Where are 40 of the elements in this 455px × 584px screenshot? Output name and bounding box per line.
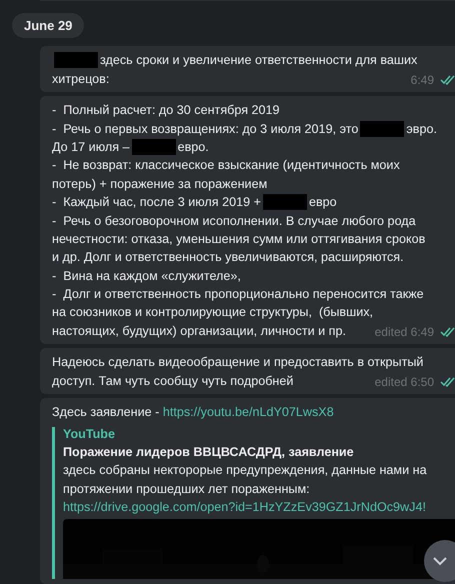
- message-text: Здесь заявление -: [52, 405, 160, 420]
- message-text: и др. Долг и ответственность увеличиваются, расширяются.: [52, 250, 404, 264]
- message-time: edited 6:50: [374, 374, 434, 389]
- preview-link[interactable]: https://drive.google.com/open?id=1HzYZzEv39GZ1JrNdOc9wJ4!: [63, 500, 455, 514]
- redaction-mark: [132, 138, 176, 155]
- message-text: Надеюсь сделать видеообращение и предоставить в открытый: [52, 355, 424, 370]
- message-time: 6:49: [410, 72, 434, 87]
- double-check-icon: [440, 74, 455, 85]
- message-text: евро.: [178, 140, 209, 154]
- preview-description: здесь собраны некторорые предупреждения, данные нами на: [63, 463, 428, 480]
- message-text: - Не возврат: классическое взыскание (идентичность моих: [52, 158, 400, 172]
- message-time: edited 6:49: [374, 325, 434, 340]
- link-preview[interactable]: YouTube Поражение лидеров ВВЦВСАСДРД, заявление здесь собраны некторорые предупреждения, данные нами на протяжении прошедших лет пораженным: https://drive.google.com/open?id=1HzYZzEv39GZ1JrNdOc9wJ4!: [52, 427, 455, 579]
- message-text: доступ. Там чуть сообщу чуть подробней: [52, 374, 294, 388]
- redaction-mark: [262, 194, 307, 210]
- message-text: настоящих, будущих) организации, личности и пр.: [52, 324, 346, 338]
- preview-description: протяжении прошедших лет пораженным:: [63, 482, 311, 498]
- chevron-down-icon: [432, 556, 448, 566]
- preview-title: Поражение лидеров ВВЦВСАСДРД, заявление: [63, 445, 355, 462]
- double-check-icon: [440, 376, 455, 387]
- message-text: потерь) + поражение за поражением: [52, 176, 268, 191]
- message-text: - Речь о первых возвращениях: до 3 июля 2019, это: [52, 122, 358, 136]
- preview-site: YouTube: [63, 427, 116, 444]
- message-text: - Вина на каждом «служителе»,: [52, 268, 241, 283]
- message-text: хитрецов:: [52, 72, 110, 86]
- message-text: эвро.: [406, 122, 437, 136]
- message-text: нечестности: отказа, уменьшения сумм или оттягивания сроков: [52, 232, 426, 246]
- message-text: - Речь о безоговорочном исополнении. В случае любого рода: [52, 214, 416, 228]
- message-text: - Каждый час, после 3 июля 2019 +: [52, 195, 261, 210]
- message-text: До 17 июля –: [52, 140, 130, 154]
- date-pill: June 29: [12, 13, 84, 38]
- redaction-mark: [54, 52, 98, 68]
- double-check-icon: [440, 327, 455, 338]
- message-text: здесь сроки и увеличение ответственности для ваших: [100, 53, 418, 68]
- message-link[interactable]: https://youtu.be/nLdY07LwsX8: [162, 405, 334, 420]
- message-text: евро: [308, 195, 337, 210]
- message-text: - Долг и ответственность пропорционально переносится также: [52, 287, 424, 302]
- message-text: - Полный расчет: до 30 сентября 2019: [52, 103, 280, 118]
- message-text: на союзников и контролирующие структуры, (бывших,: [52, 305, 374, 320]
- redaction-mark: [360, 120, 404, 137]
